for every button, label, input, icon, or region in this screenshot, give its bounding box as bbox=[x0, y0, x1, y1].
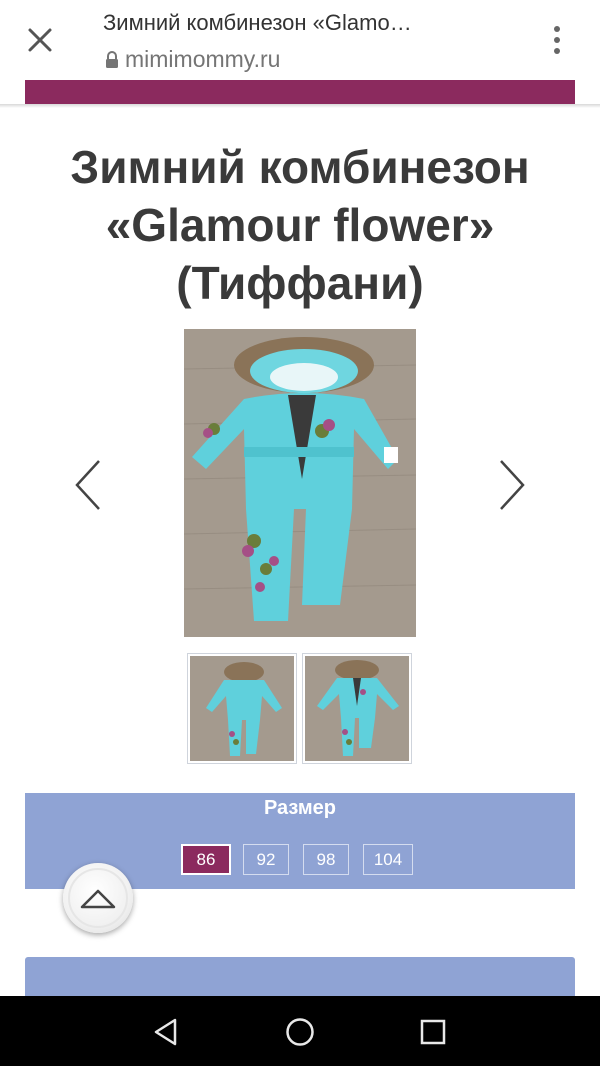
size-label: Размер bbox=[263, 797, 337, 819]
android-navigation-bar bbox=[0, 996, 600, 1066]
close-icon bbox=[28, 28, 52, 52]
scroll-to-top-button[interactable] bbox=[63, 863, 133, 933]
jumpsuit-thumbnail-image bbox=[190, 656, 294, 761]
gallery-prev-button[interactable] bbox=[68, 455, 108, 515]
close-tab-button[interactable] bbox=[22, 22, 58, 58]
lock-icon bbox=[106, 50, 118, 68]
chevron-right-icon bbox=[500, 460, 525, 510]
size-option-104[interactable]: 104 bbox=[363, 844, 413, 875]
home-icon bbox=[286, 1018, 314, 1046]
size-option-98[interactable]: 98 bbox=[303, 844, 349, 875]
gallery-thumbnail-active[interactable] bbox=[302, 653, 412, 764]
back-icon bbox=[154, 1018, 177, 1046]
browser-toolbar: Зимний комбинезон «Glamo… mimimommy.ru bbox=[0, 0, 600, 82]
android-home-button[interactable] bbox=[278, 1010, 322, 1054]
product-title: Зимний комбинезон «Glamour flower» (Тифф… bbox=[70, 141, 530, 309]
android-recents-button[interactable] bbox=[411, 1010, 455, 1054]
url-bar[interactable]: mimimommy.ru bbox=[105, 46, 280, 73]
chevron-up-icon bbox=[80, 889, 116, 909]
site-header-strip bbox=[25, 80, 575, 104]
chevron-left-icon bbox=[75, 460, 100, 510]
size-option-92[interactable]: 92 bbox=[243, 844, 289, 875]
jumpsuit-photo bbox=[184, 329, 416, 637]
gallery-thumbnail[interactable] bbox=[187, 653, 297, 764]
product-main-image[interactable] bbox=[184, 329, 416, 637]
url-text: mimimommy.ru bbox=[125, 46, 281, 72]
size-option-86[interactable]: 86 bbox=[181, 844, 231, 875]
gallery-next-button[interactable] bbox=[492, 455, 532, 515]
more-menu-button[interactable] bbox=[543, 22, 571, 58]
jumpsuit-thumbnail-image bbox=[305, 656, 409, 761]
more-vert-icon bbox=[554, 26, 560, 32]
android-back-button[interactable] bbox=[144, 1010, 188, 1054]
browser-page-title: Зимний комбинезон «Glamo… bbox=[103, 10, 412, 35]
recents-icon bbox=[420, 1019, 446, 1045]
next-section-panel bbox=[25, 957, 575, 997]
